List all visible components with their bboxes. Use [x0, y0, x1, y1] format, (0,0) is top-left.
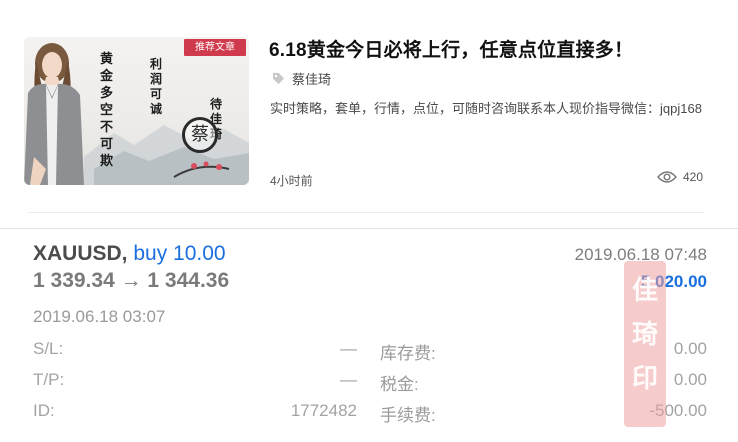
author-name[interactable]: 蔡佳琦	[292, 69, 331, 88]
price-range: 1 339.34 → 1 344.36	[33, 269, 230, 292]
swap-value: 0.00	[673, 339, 707, 358]
thumbnail-calligraphy-left: 黄 金 多 空 不 可 欺	[100, 52, 114, 169]
id-value: 1772482	[290, 401, 357, 420]
seal-stamp: 佳 琦 印	[624, 261, 666, 427]
publish-time: 4小时前	[270, 174, 313, 188]
seal-stamp-text: 佳 琦 印	[631, 276, 658, 394]
tp-label: T/P:	[33, 370, 65, 389]
tp-value: —	[340, 370, 357, 389]
article-thumbnail[interactable]: 推荐文章 黄 金 多 空 不 可 欺 利 润 可 诚 待 佳 琦 蔡	[24, 37, 249, 185]
article-description: 实时策略，套单，行情，点位，可随时咨询联系本人现价指导微信：jqpj168	[270, 101, 702, 116]
trade-symbol: XAUUSD,	[33, 242, 128, 265]
symbol-line: XAUUSD, buy 10.00	[33, 242, 226, 266]
article-title[interactable]: 6.18黄金今日必将上行，任意点位直接多！	[269, 35, 633, 62]
sl-value: —	[340, 339, 357, 358]
tag-icon	[272, 72, 285, 84]
id-label: ID:	[33, 401, 55, 420]
trade-side: buy 10.00	[133, 242, 226, 265]
open-time: 2019.06.18 03:07	[33, 307, 166, 326]
tax-value: 0.00	[673, 370, 707, 389]
sl-label: S/L:	[33, 339, 64, 358]
author-row[interactable]: 蔡佳琦	[272, 69, 331, 87]
article-card[interactable]: 推荐文章 黄 金 多 空 不 可 欺 利 润 可 诚 待 佳 琦 蔡 6.18黄…	[0, 0, 738, 212]
commission-label: 手续费:	[380, 406, 436, 425]
view-count: 420	[657, 170, 703, 184]
swap-label: 库存费:	[380, 344, 436, 363]
thumbnail-seal: 蔡	[182, 117, 218, 153]
recommended-tag: 推荐文章	[184, 39, 246, 56]
divider	[28, 212, 704, 213]
view-count-value: 420	[683, 170, 704, 184]
thumbnail-calligraphy-right: 利 润 可 诚	[150, 57, 163, 116]
eye-icon	[657, 171, 677, 183]
tax-label: 税金:	[380, 375, 419, 394]
